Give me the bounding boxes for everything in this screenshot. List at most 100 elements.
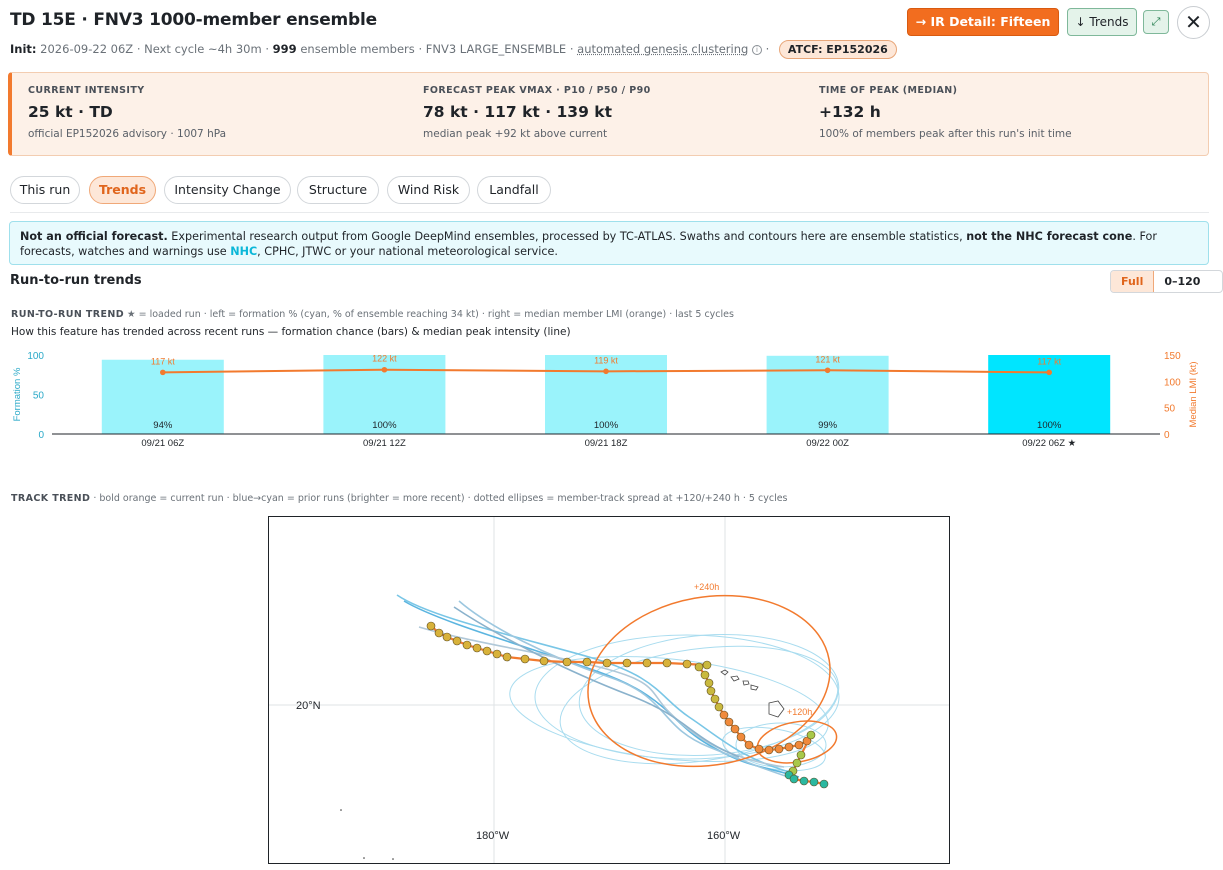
track-point [724,717,734,727]
notice-text: Experimental research output from Google… [167,230,967,243]
page-title: TD 15E · FNV3 1000-member ensemble [10,10,377,30]
lmi-value-label: 121 kt [815,354,840,364]
track-point [502,652,512,662]
track-point [706,686,716,696]
y-tick-label-right: 100 [1164,377,1181,388]
header: TD 15E · FNV3 1000-member ensemble Init:… [10,6,1215,64]
init-value: 2026-09-22 06Z [40,42,134,56]
tab-landfall[interactable]: Landfall [477,176,551,204]
track-point [492,649,502,659]
notice-lead: Not an official forecast. [20,230,168,243]
track-point [694,662,704,672]
island [742,680,750,686]
track-point [819,779,829,789]
speck [340,809,342,811]
track-point [602,658,612,668]
y-tick-label-right: 50 [1164,404,1176,415]
lon-label: 160°W [707,830,741,842]
track-point [434,628,444,638]
ir-detail-button[interactable]: → IR Detail: Fifteen [907,8,1059,36]
track-point [764,745,774,755]
track-point [482,646,492,656]
track-point [442,632,452,642]
lmi-value-label: 117 kt [151,356,175,366]
track-point [622,658,632,668]
summary-label: Time of peak (median) [819,85,958,96]
prior-tracks [396,594,800,780]
nhc-link[interactable]: NHC [230,245,257,258]
track-point [452,636,462,646]
track-point [642,658,652,668]
toggle-0-120h[interactable]: 0–120 h [1154,271,1222,292]
speck [392,858,394,860]
tab-structure[interactable]: Structure [297,176,379,204]
track-point [714,702,724,712]
notice-text: , CPHC, JTWC or your national meteorolog… [257,245,558,258]
track-point [662,658,672,668]
track-point [806,730,816,740]
summary-forecast-peak: Forecast peak Vmax · P10 / P50 / P90 78 … [423,85,651,140]
close-button[interactable]: ✕ [1177,6,1210,39]
lmi-value-label: 117 kt [1037,356,1061,366]
track-point [794,740,804,750]
init-label: Init: [10,42,37,56]
track-point [730,724,740,734]
lon-label: 180°W [476,830,510,842]
island [768,700,785,718]
summary-value: 78 kt · 117 kt · 139 kt [423,103,612,121]
x-tick-label: 09/21 18Z [585,438,628,449]
tab-intensity-change[interactable]: Intensity Change [164,176,291,204]
expand-button[interactable]: ⤢ [1143,10,1169,34]
tab-this-run[interactable]: This run [10,176,80,204]
island [750,684,759,691]
bar-value-label: 100% [372,420,397,431]
y-tick-label-left: 100 [27,351,44,362]
summary-note: median peak +92 kt above current [423,128,608,140]
product-name: · FNV3 LARGE_ENSEMBLE · [418,42,574,56]
summary-note: 100% of members peak after this run's in… [819,128,1072,140]
info-icon[interactable]: i [751,44,762,55]
summary-label: Current intensity [28,85,145,96]
trends-button[interactable]: ↓ Trends [1067,8,1137,36]
divider [10,212,1209,213]
x-tick-label: 09/22 00Z [806,438,849,449]
members-count: 999 [272,42,297,56]
lmi-point [603,368,609,375]
trend-chart: 0 50 100 0 50 100 150 Formation % Median LMI (kt… [12,351,1199,449]
summary-note: official EP152026 advisory · 1007 hPa [28,128,227,140]
members-label: ensemble members [300,42,415,56]
track-header-text: · bold orange = current run · blue→cyan … [93,493,788,504]
track-point [774,744,784,754]
track-point [799,776,809,786]
track-map[interactable]: 20°N 180°W 160°W +240h +120h [268,516,950,864]
summary-panel: Current intensity 25 kt · TD official EP… [8,72,1209,156]
track-point [809,777,819,787]
lead-label: +240h [694,582,719,592]
track-map-svg: 20°N 180°W 160°W +240h +120h [269,517,949,863]
run-info: Init: 2026-09-22 06Z · Next cycle ~4h 30… [10,40,897,59]
track-header-label: TRACK TREND [11,493,91,504]
track-point [710,694,720,704]
bar-value-label: 100% [594,420,619,431]
x-tick-label: 09/21 12Z [363,438,406,449]
y-axis-label-right: Median LMI (kt) [1188,362,1199,428]
trend-header-text: ★ = loaded run · left = formation % (cya… [127,309,734,320]
tab-wind-risk[interactable]: Wind Risk [387,176,470,204]
speck [363,857,365,859]
track-point [719,710,729,720]
track-point [426,621,436,631]
trend-description: How this feature has trended across rece… [11,326,571,338]
spread-ellipse [534,634,840,760]
summary-time-of-peak: Time of peak (median) +132 h 100% of mem… [819,85,1072,140]
track-point [789,774,799,784]
x-tick-label: 09/22 06Z ★ [1022,438,1076,449]
x-tick-label: 09/21 06Z [141,438,184,449]
track-point [582,657,592,667]
tab-trends[interactable]: Trends [89,176,156,204]
clustering-link[interactable]: automated genesis clustering [577,42,748,56]
lmi-point [824,367,831,374]
notice-strong: not the NHC forecast cone [966,230,1133,243]
toggle-full[interactable]: Full [1111,271,1155,292]
lead-label: +120h [787,707,812,717]
track-point [796,750,806,760]
